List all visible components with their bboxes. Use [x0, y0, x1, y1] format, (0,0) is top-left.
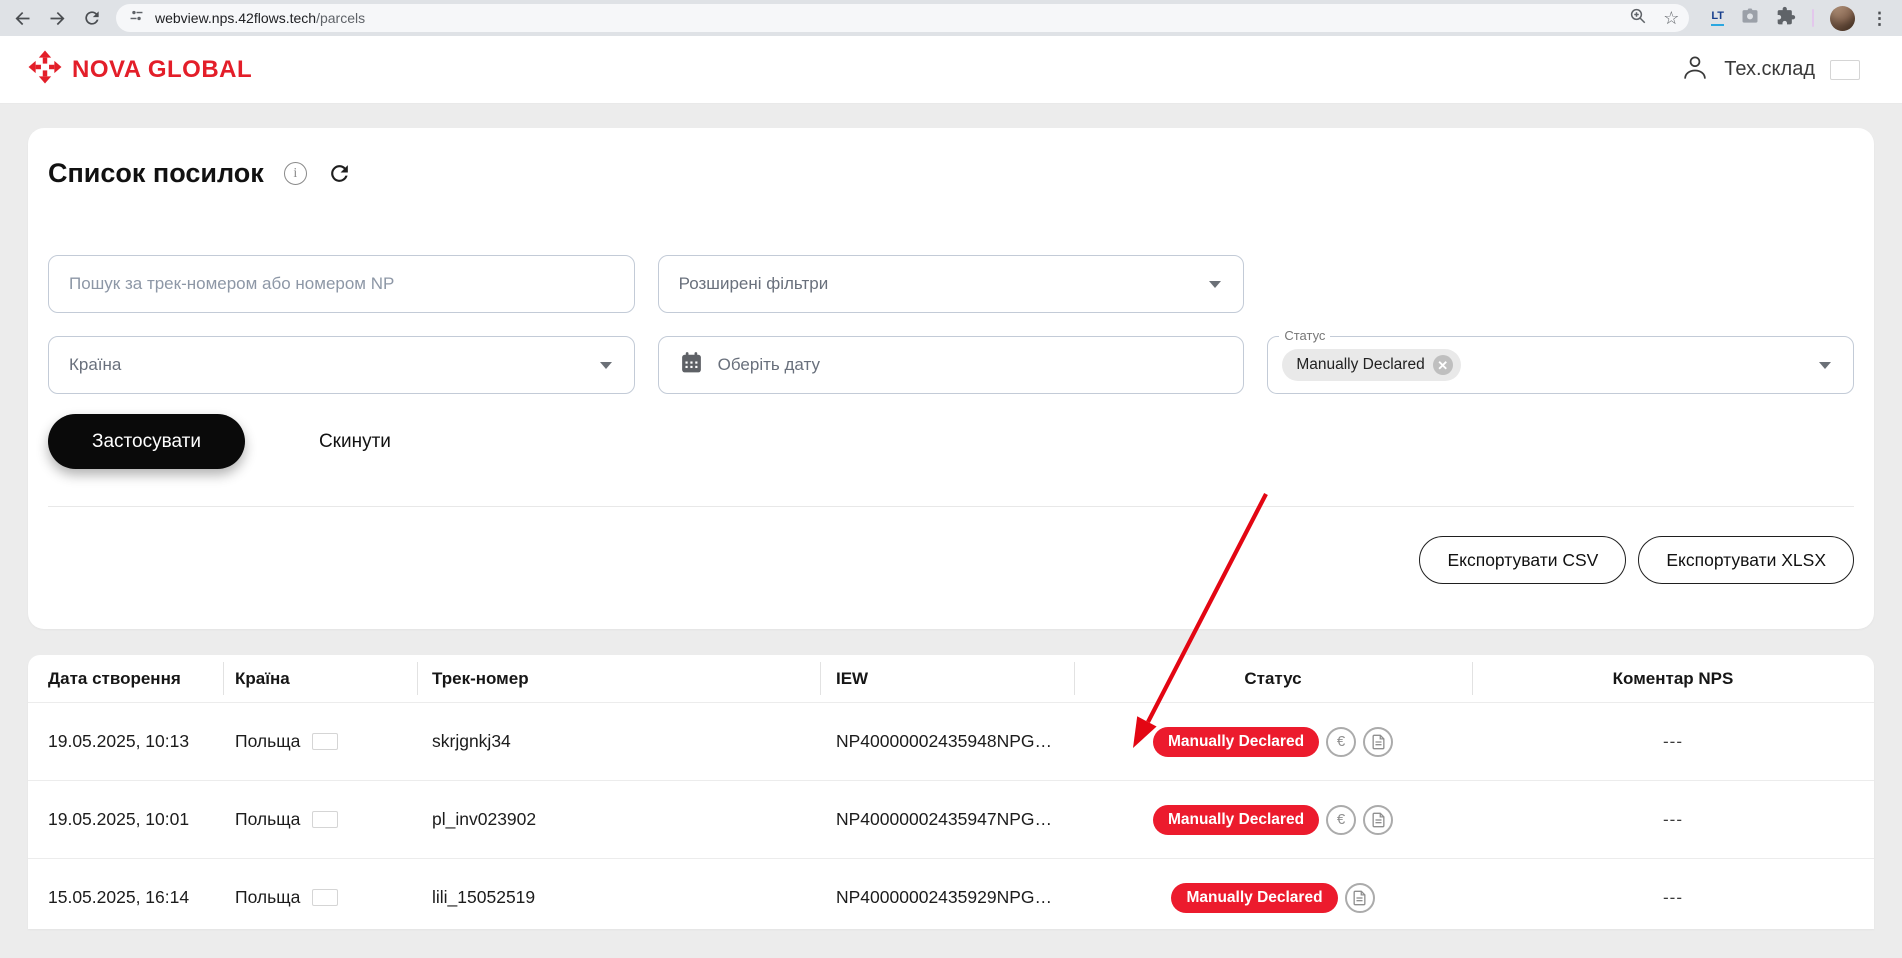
row-comment: --- — [1663, 731, 1683, 751]
col-header-country: Країна — [223, 655, 417, 702]
screenshot-extension-icon[interactable] — [1740, 6, 1760, 31]
row-date: 15.05.2025, 16:14 — [48, 887, 190, 907]
euro-icon[interactable]: € — [1326, 804, 1357, 835]
table-row[interactable]: 15.05.2025, 16:14 Польща lili_15052519 N… — [28, 859, 1874, 929]
languagetool-extension-icon[interactable]: LT — [1711, 10, 1724, 26]
url-host: webview.nps.42flows.tech — [155, 10, 317, 26]
chrome-menu-icon[interactable]: ⋮ — [1871, 10, 1888, 27]
date-placeholder: Оберіть дату — [717, 355, 820, 374]
url-text: webview.nps.42flows.tech/parcels — [155, 10, 1621, 26]
status-select[interactable]: Статус Manually Declared ✕ — [1267, 328, 1854, 394]
row-iew: NP40000002435947NPG… — [836, 809, 1052, 829]
bookmark-star-icon[interactable]: ☆ — [1663, 9, 1679, 27]
zoom-icon[interactable] — [1629, 7, 1647, 30]
back-icon[interactable] — [12, 8, 33, 29]
col-header-iew: IEW — [820, 655, 1074, 702]
chip-remove-icon[interactable]: ✕ — [1432, 355, 1453, 375]
row-country-label: Польща — [235, 887, 301, 907]
row-track: lili_15052519 — [432, 887, 536, 907]
chevron-down-icon — [599, 362, 612, 369]
row-date: 19.05.2025, 10:01 — [48, 809, 190, 829]
filters-card: Список посилок i Розширені фільтри Країн… — [28, 128, 1874, 629]
row-track: pl_inv023902 — [432, 809, 537, 829]
url-bar[interactable]: webview.nps.42flows.tech/parcels ☆ — [116, 4, 1690, 32]
advanced-filters-label: Розширені фільтри — [678, 274, 829, 293]
chevron-down-icon — [1819, 362, 1831, 369]
refresh-icon[interactable] — [327, 161, 352, 186]
nova-move-icon — [28, 50, 62, 89]
table-row[interactable]: 19.05.2025, 10:01 Польща pl_inv023902 NP… — [28, 781, 1874, 859]
poland-flag-icon — [312, 811, 339, 828]
page-title: Список посилок — [48, 158, 264, 188]
row-country-label: Польща — [235, 809, 301, 829]
date-picker-field[interactable]: Оберіть дату — [657, 336, 1245, 394]
row-country-label: Польща — [235, 731, 301, 751]
col-header-comment: Коментар NPS — [1472, 655, 1874, 702]
status-badge: Manually Declared — [1171, 882, 1338, 913]
table-header: Дата створення Країна Трек-номер IEW Ста… — [28, 655, 1874, 703]
doc-icon[interactable] — [1363, 804, 1394, 835]
reset-button[interactable]: Скинути — [319, 431, 391, 453]
poland-flag-icon — [312, 889, 339, 906]
status-chip: Manually Declared ✕ — [1282, 349, 1461, 381]
doc-icon[interactable] — [1344, 882, 1375, 913]
row-iew: NP40000002435929NPG… — [836, 887, 1052, 907]
euro-icon[interactable]: € — [1326, 726, 1357, 757]
brand-name: NOVA GLOBAL — [72, 55, 253, 83]
forward-icon[interactable] — [47, 8, 68, 29]
apply-button[interactable]: Застосувати — [48, 414, 245, 469]
status-badge: Manually Declared — [1152, 726, 1320, 757]
table-row[interactable]: 19.05.2025, 10:13 Польща skrjgnkj34 NP40… — [28, 703, 1874, 781]
row-date: 19.05.2025, 10:13 — [48, 731, 190, 751]
url-path: /parcels — [316, 10, 366, 26]
table-body: 19.05.2025, 10:13 Польща skrjgnkj34 NP40… — [28, 703, 1874, 929]
toolbar-divider — [1812, 9, 1814, 27]
user-icon[interactable] — [1681, 53, 1709, 86]
export-csv-button[interactable]: Експортувати CSV — [1419, 536, 1627, 584]
status-badge: Manually Declared — [1152, 804, 1320, 835]
info-icon[interactable]: i — [283, 162, 307, 185]
app-header: NOVA GLOBAL Тех.склад — [0, 36, 1902, 104]
doc-icon[interactable] — [1363, 726, 1394, 757]
row-comment: --- — [1663, 809, 1683, 829]
profile-avatar[interactable] — [1830, 5, 1855, 31]
parcels-table: Дата створення Країна Трек-номер IEW Ста… — [28, 655, 1874, 929]
search-input[interactable] — [69, 274, 614, 294]
country-placeholder: Країна — [69, 355, 122, 374]
row-track: skrjgnkj34 — [432, 731, 511, 751]
browser-toolbar: webview.nps.42flows.tech/parcels ☆ LT ⋮ — [0, 0, 1902, 36]
brand-logo[interactable]: NOVA GLOBAL — [28, 50, 252, 89]
row-comment: --- — [1663, 887, 1683, 907]
col-header-status: Статус — [1074, 655, 1472, 702]
advanced-filters-select[interactable]: Розширені фільтри — [657, 255, 1245, 313]
col-header-date: Дата створення — [48, 668, 181, 688]
row-iew: NP40000002435948NPG… — [836, 731, 1052, 751]
calendar-icon — [679, 350, 704, 380]
poland-flag-icon[interactable] — [1830, 59, 1860, 80]
col-header-track: Трек-номер — [417, 655, 820, 702]
site-settings-icon[interactable] — [128, 7, 145, 29]
poland-flag-icon — [312, 733, 339, 750]
export-xlsx-button[interactable]: Експортувати XLSX — [1638, 536, 1854, 584]
user-name: Тех.склад — [1724, 58, 1815, 80]
status-field-label: Статус — [1279, 328, 1331, 343]
chevron-down-icon — [1209, 281, 1222, 288]
search-field — [48, 255, 635, 313]
section-divider — [48, 506, 1854, 507]
page-content: Список посилок i Розширені фільтри Країн… — [0, 104, 1902, 958]
status-chip-label: Manually Declared — [1296, 356, 1425, 373]
reload-icon[interactable] — [82, 8, 102, 28]
country-select[interactable]: Країна — [48, 336, 635, 394]
extensions-puzzle-icon[interactable] — [1776, 6, 1796, 31]
